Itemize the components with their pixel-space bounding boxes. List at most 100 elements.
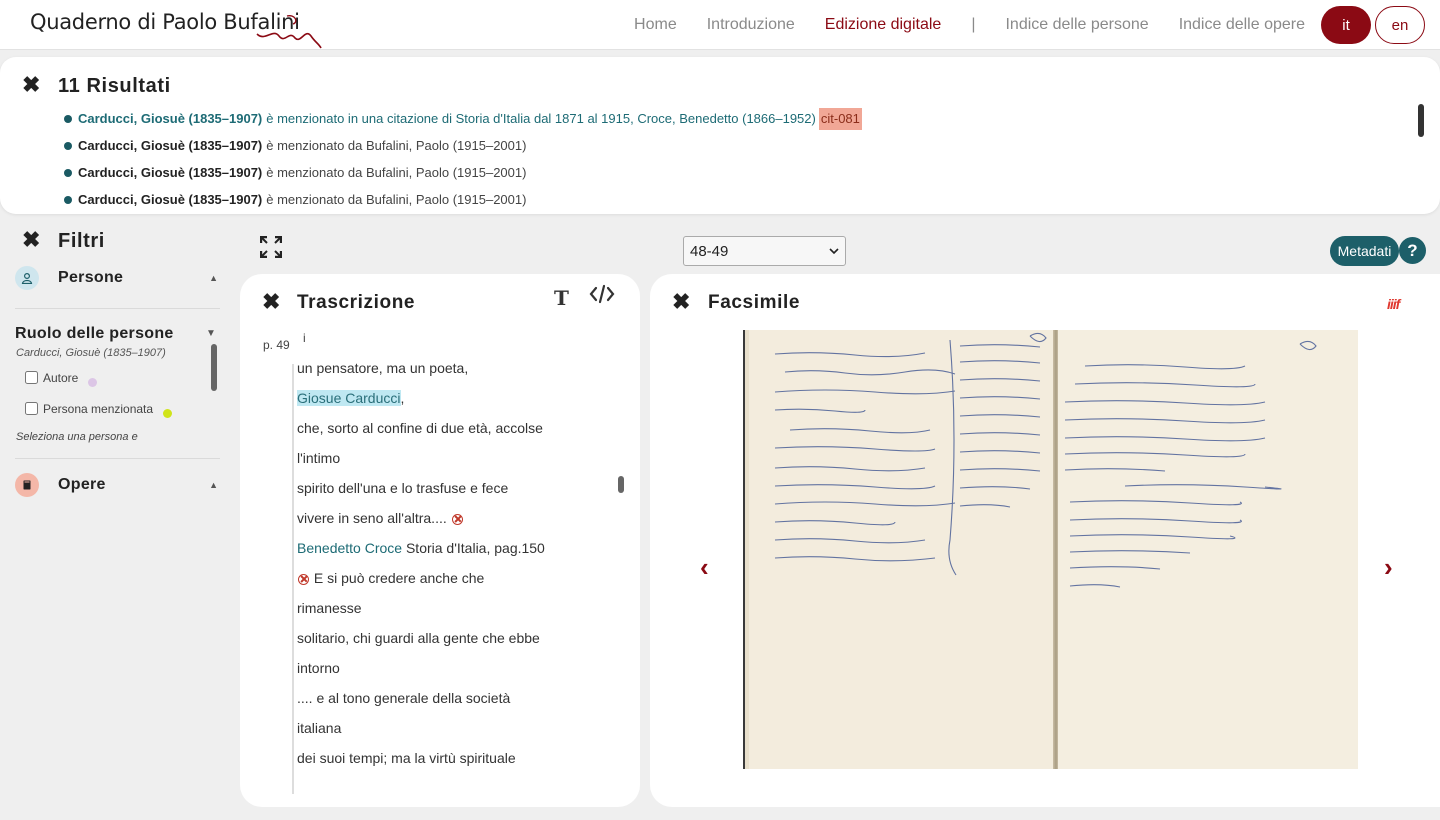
persona-menzionata-label: Persona menzionata [43, 401, 154, 416]
lang-en-button[interactable]: en [1375, 6, 1425, 44]
result-text: è menzionato in una citazione di Storia … [266, 110, 816, 126]
nav-separator: | [971, 16, 976, 33]
transcription-title: Trascrizione [297, 292, 416, 313]
transcription-line: dei suoi tempi; ma la virtù spirituale [297, 750, 516, 766]
transcription-line: italiana [297, 720, 342, 736]
page-label: p. 49 [263, 338, 290, 352]
line-text: vivere in seno all'altra.... [297, 510, 447, 526]
transcription-line: rimanesse [297, 600, 362, 616]
line-text: Storia d'Italia, pag.150 [402, 540, 545, 556]
person-icon [15, 266, 39, 290]
transcription-line: vivere in seno all'altra.... [297, 503, 597, 533]
caret-up-icon[interactable]: ▲ [209, 273, 218, 283]
transcription-scrollbar[interactable] [618, 476, 624, 493]
transcription-panel: ✖ Trascrizione T p. 49 i un pensatore, m… [240, 274, 640, 807]
filter-hint: Seleziona una persona e [16, 431, 138, 443]
transcription-line: che, sorto al confine di due età, accols… [297, 420, 543, 436]
result-item[interactable]: Carducci, Giosuè (1835–1907) è menzionat… [64, 132, 862, 159]
persona-menzionata-color-dot [163, 409, 173, 418]
transcription-line: E si può credere anche che [297, 563, 597, 593]
caret-down-icon[interactable]: ▼ [206, 328, 216, 339]
facsimile-title: Facsimile [708, 292, 801, 313]
text-format-icon[interactable]: T [554, 286, 569, 310]
facsimile-panel: ✖ Facsimile iiif ‹ › [650, 274, 1440, 807]
iiif-text-b: f [1395, 296, 1401, 312]
entity-person-highlight[interactable]: Giosue Carducci [297, 390, 401, 406]
help-button[interactable]: ? [1399, 237, 1426, 264]
checkbox-autore[interactable]: Autore [25, 368, 98, 387]
result-item[interactable]: Carducci, Giosuè (1835–1907) è menzionat… [64, 105, 862, 132]
checkbox-persona-menzionata[interactable]: Persona menzionata [25, 399, 173, 418]
autore-label: Autore [43, 370, 79, 385]
autore-color-dot [88, 378, 98, 387]
close-transcription-icon[interactable]: ✖ [262, 291, 280, 313]
next-page-arrow[interactable]: › [1384, 552, 1393, 583]
prev-page-arrow[interactable]: ‹ [700, 552, 709, 583]
results-list: Carducci, Giosuè (1835–1907) è menzionat… [64, 105, 862, 213]
citation-tag[interactable]: cit-081 [818, 107, 862, 130]
filter-opere[interactable]: Opere ▲ [15, 473, 220, 497]
page-select-value: 48-49 [690, 242, 729, 260]
bullet-icon [64, 168, 72, 177]
result-item[interactable]: Carducci, Giosuè (1835–1907) è menzionat… [64, 159, 862, 186]
nav-edizione-digitale[interactable]: Edizione digitale [825, 16, 942, 34]
bullet-icon [64, 195, 72, 204]
main-nav: Home Introduzione Edizione digitale | In… [604, 6, 1425, 44]
close-facsimile-icon[interactable]: ✖ [672, 291, 690, 313]
divider [15, 458, 220, 459]
margin-line [292, 364, 294, 794]
bullet-icon [64, 114, 72, 123]
nav-indice-persone[interactable]: Indice delle persone [1005, 16, 1148, 34]
persona-menzionata-checkbox[interactable] [25, 402, 38, 415]
code-icon[interactable] [589, 284, 615, 304]
result-text: è menzionato da Bufalini, Paolo (1915–20… [266, 191, 527, 207]
nav-indice-opere[interactable]: Indice delle opere [1179, 16, 1305, 34]
role-filter-subtitle: Carducci, Giosuè (1835–1907) [16, 347, 166, 359]
manuscript-facsimile-image[interactable] [743, 330, 1358, 769]
line-fragment: i [303, 331, 306, 345]
result-text: è menzionato da Bufalini, Paolo (1915–20… [266, 137, 527, 153]
lang-it-button[interactable]: it [1321, 6, 1371, 44]
entity-author[interactable]: Benedetto Croce [297, 540, 402, 556]
transcription-line: Benedetto Croce Storia d'Italia, pag.150 [297, 535, 597, 561]
bullet-icon [64, 141, 72, 150]
result-person[interactable]: Carducci, Giosuè (1835–1907) [78, 190, 262, 210]
citation-mark-icon[interactable] [298, 573, 309, 585]
caret-up-icon[interactable]: ▲ [209, 480, 218, 490]
page-select[interactable]: 48-49 [683, 236, 846, 266]
handwriting-strokes [774, 332, 1317, 588]
result-person[interactable]: Carducci, Giosuè (1835–1907) [78, 163, 262, 183]
metadati-button[interactable]: Metadati [1330, 236, 1399, 266]
fullscreen-icon[interactable] [260, 236, 282, 258]
iiif-text-a: iii [1387, 296, 1397, 312]
transcription-line: .... e al tono generale della società [297, 690, 511, 706]
filter-persone-label: Persone [58, 269, 124, 286]
punct: , [400, 390, 405, 406]
signature-logo-icon [256, 14, 322, 49]
chevron-down-icon [829, 248, 839, 255]
result-person[interactable]: Carducci, Giosuè (1835–1907) [78, 136, 262, 156]
close-results-icon[interactable]: ✖ [22, 74, 40, 96]
filter-opere-label: Opere [58, 476, 106, 493]
transcription-line: spirito dell'una e lo trasfuse e fece [297, 480, 509, 496]
transcription-line: Giosue Carducci, [297, 383, 597, 413]
citation-mark-icon[interactable] [451, 513, 463, 525]
nav-introduzione[interactable]: Introduzione [707, 16, 795, 34]
results-scrollbar[interactable] [1418, 104, 1424, 137]
result-text: è menzionato da Bufalini, Paolo (1915–20… [266, 164, 527, 180]
transcription-line: l'intimo [297, 450, 341, 466]
nav-home[interactable]: Home [634, 16, 677, 34]
transcription-line: un pensatore, ma un poeta, [297, 360, 469, 376]
filters-scrollbar[interactable] [211, 344, 217, 391]
result-item[interactable]: Carducci, Giosuè (1835–1907) è menzionat… [64, 186, 862, 213]
role-filter-title: Ruolo delle persone [15, 325, 174, 342]
transcription-line: intorno [297, 660, 340, 676]
transcription-text: un pensatore, ma un poeta, Giosue Carduc… [297, 353, 597, 773]
header: Quaderno di Paolo Bufalini Home Introduz… [0, 0, 1440, 50]
autore-checkbox[interactable] [25, 371, 38, 384]
filter-persone[interactable]: Persone ▲ [15, 266, 220, 290]
results-panel: ✖ 11 Risultati Carducci, Giosuè (1835–19… [0, 57, 1440, 214]
close-filters-icon[interactable]: ✖ [22, 229, 40, 251]
iiif-logo-icon[interactable]: iiif [1387, 296, 1401, 312]
result-person[interactable]: Carducci, Giosuè (1835–1907) [78, 109, 262, 129]
